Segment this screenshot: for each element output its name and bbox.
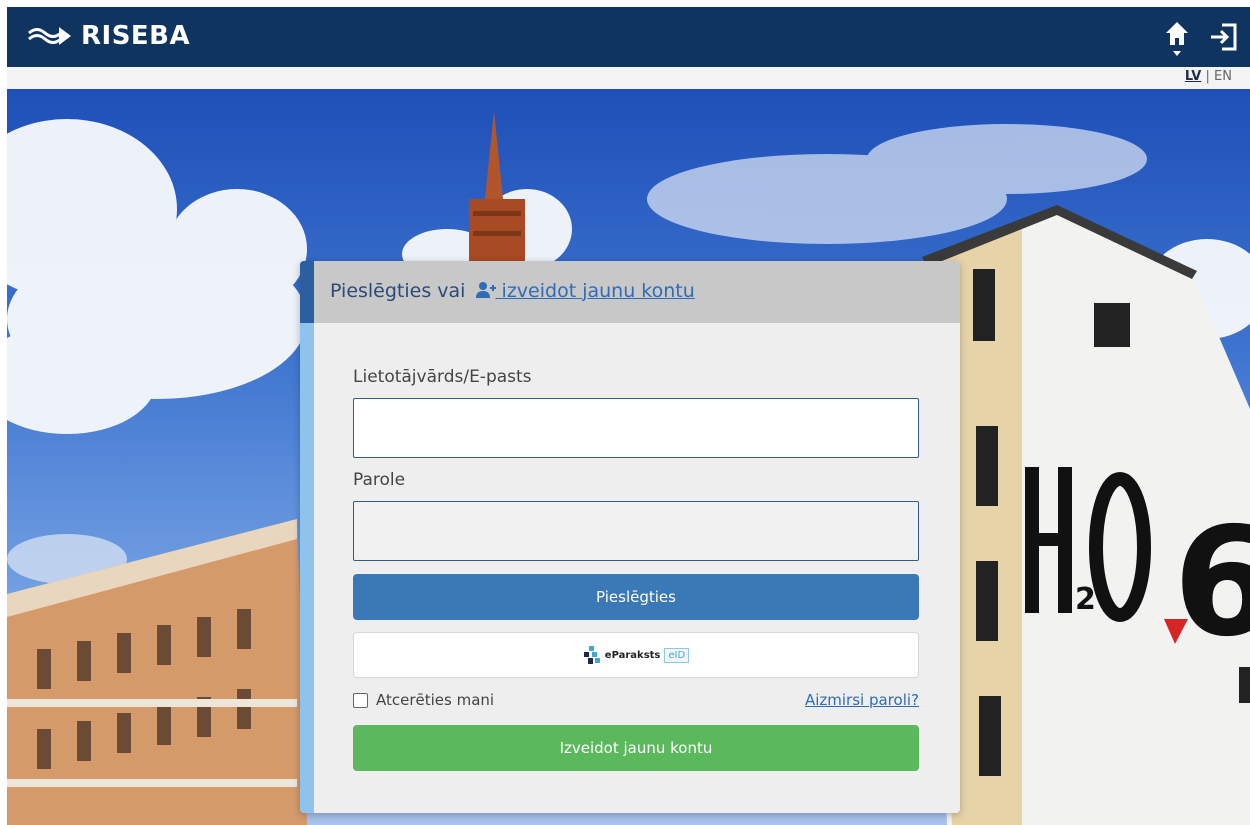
login-button[interactable]: Pieslēgties <box>353 574 919 620</box>
svg-text:2: 2 <box>1075 582 1096 617</box>
home-dropdown-caret <box>1173 51 1181 56</box>
create-account-button[interactable]: Izveidot jaunu kontu <box>353 725 919 771</box>
login-panel-header: Pieslēgties vai izveidot jaunu kontu <box>314 261 960 323</box>
language-separator: | <box>1205 69 1210 84</box>
panel-accent-bar <box>300 261 314 813</box>
home-button[interactable] <box>1164 19 1190 56</box>
remember-me-checkbox[interactable] <box>353 692 368 708</box>
title-prefix: Pieslēgties vai <box>330 280 466 302</box>
svg-text:6: 6 <box>1173 496 1250 670</box>
page: RISEBA LV | EN 2 6 Pieslēgties vai izvei… <box>7 7 1250 825</box>
top-navigation-bar: RISEBA <box>7 7 1250 67</box>
create-account-link-part1[interactable]: izveidot <box>496 280 577 302</box>
eparaksts-button[interactable]: eParaksts eID <box>353 632 919 678</box>
panel-accent-top <box>300 261 314 323</box>
eparaksts-eid-badge: eID <box>664 647 690 663</box>
forgot-password-link[interactable]: Aizmirsi paroli? <box>805 691 919 709</box>
top-icons <box>1164 19 1240 56</box>
remember-me-label: Atcerēties mani <box>376 691 495 709</box>
password-input[interactable] <box>353 501 919 561</box>
add-user-icon <box>475 282 496 298</box>
remember-me[interactable]: Atcerēties mani <box>353 691 494 709</box>
eparaksts-content: eParaksts eID <box>354 633 918 677</box>
login-panel-title: Pieslēgties vai izveidot jaunu kontu <box>330 280 695 302</box>
username-label: Lietotājvārds/E-pasts <box>353 367 532 387</box>
sign-in-icon[interactable] <box>1208 21 1240 53</box>
brand-logo[interactable]: RISEBA <box>27 21 190 51</box>
language-bar: LV | EN <box>7 67 1250 89</box>
username-input[interactable] <box>353 398 919 458</box>
language-lv-link[interactable]: LV <box>1185 69 1202 84</box>
eparaksts-logo-icon <box>583 646 600 664</box>
language-switcher: LV | EN <box>1185 69 1232 84</box>
language-en-link[interactable]: EN <box>1214 69 1232 84</box>
create-account-link[interactable]: izveidot jaunu kontu <box>472 280 695 302</box>
riseba-wave-icon <box>28 27 71 45</box>
home-icon <box>1166 22 1188 45</box>
brand-name: RISEBA <box>81 21 191 51</box>
eparaksts-text: eParaksts <box>604 649 661 661</box>
create-account-link-part2[interactable]: jaunu kontu <box>582 280 695 302</box>
password-label: Parole <box>353 470 406 490</box>
login-panel: Pieslēgties vai izveidot jaunu kontu Lie… <box>300 261 960 813</box>
